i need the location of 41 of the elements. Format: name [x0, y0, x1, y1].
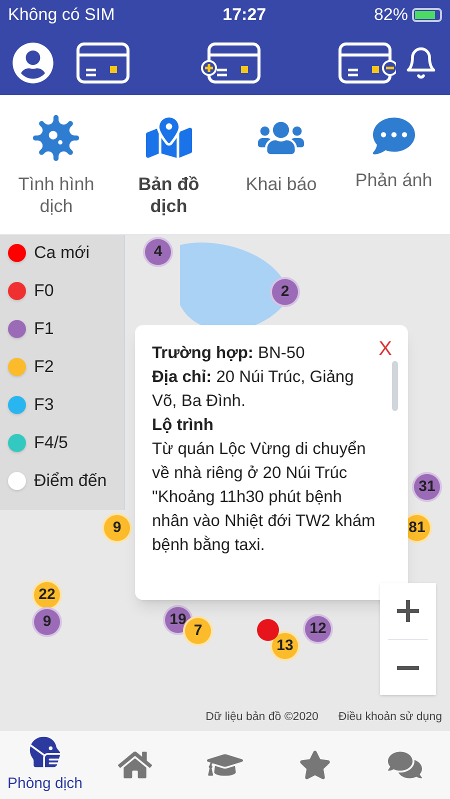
terms-link[interactable]: Điều khoản sử dụng [338, 709, 442, 726]
map-pin-icon [146, 115, 192, 161]
battery-icon [412, 8, 442, 22]
clock-text: 17:27 [222, 4, 266, 26]
popup-text: Địa chỉ: 20 Núi Trúc, Giảng Võ, Ba Đình. [152, 367, 355, 412]
virus-icon [33, 115, 80, 161]
cluster-marker[interactable]: 9 [32, 607, 62, 637]
popup-text: Từ quán Lộc Vừng di chuyển về nhà riêng ở 20 Núi Trúc [152, 439, 367, 484]
legend-label: F0 [34, 280, 54, 302]
legend-label: F4/5 [34, 432, 68, 454]
legend-label: F1 [34, 318, 54, 340]
feature-tab[interactable]: Khai báo [225, 115, 338, 195]
feature-tab[interactable]: Tình hình dịch [0, 115, 112, 217]
profile-icon[interactable] [12, 42, 54, 84]
popup-text: Trường hợp: BN-50 [152, 343, 306, 364]
star-icon [299, 749, 331, 781]
scrollbar [392, 361, 398, 411]
bell-icon[interactable] [404, 46, 438, 80]
cluster-marker[interactable]: 31 [412, 472, 442, 502]
cluster-marker[interactable]: 4 [143, 237, 173, 267]
plus-icon [395, 598, 421, 624]
feature-tab[interactable]: Phản ánh [338, 115, 450, 191]
cluster-marker[interactable]: 9 [102, 513, 132, 543]
close-button[interactable]: X [378, 337, 392, 361]
popup-text: "Khoảng 11h30 phút bệnh nhân vào Nhiệt đới TW2 khám bệnh bằng taxi. [152, 487, 376, 556]
nav-tab[interactable]: Phòng dịch [1, 734, 89, 796]
legend-label: Điểm đến [34, 470, 107, 492]
legend-label: F2 [34, 356, 54, 378]
legend-label: Ca mới [34, 242, 90, 264]
carrier-text: Không có SIM [8, 4, 115, 26]
minus-icon [395, 664, 421, 670]
cluster-marker[interactable]: 13 [270, 631, 300, 661]
battery-text: 82% [374, 4, 408, 26]
cluster-marker[interactable]: 12 [303, 614, 333, 644]
masked-person-icon [28, 734, 62, 769]
legend-label: F3 [34, 394, 54, 416]
cluster-marker[interactable]: 22 [32, 580, 62, 610]
cluster-marker[interactable]: 2 [270, 277, 300, 307]
popup-text: Lộ trình [152, 415, 214, 436]
map-data-text: Dữ liệu bản đồ ©2020 [206, 710, 318, 725]
feature-tab[interactable]: Bản đồ dịch [112, 115, 225, 217]
